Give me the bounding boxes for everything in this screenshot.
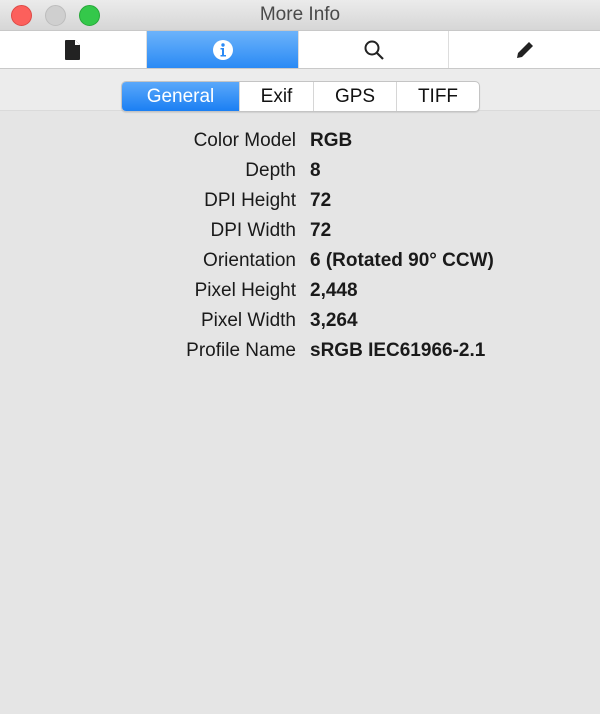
- property-label: Orientation: [203, 250, 296, 271]
- toolbar-more-info[interactable]: [147, 31, 299, 68]
- pencil-icon: [516, 41, 533, 58]
- property-row: Profile Name sRGB IEC61966-2.1: [0, 336, 600, 366]
- property-row: Orientation 6 (Rotated 90° CCW): [0, 246, 600, 276]
- tab-control: General Exif GPS TIFF: [121, 81, 480, 112]
- property-value: 72: [310, 220, 332, 241]
- title-bar: More Info: [0, 0, 600, 31]
- property-value: sRGB IEC61966-2.1: [310, 340, 486, 361]
- property-value: RGB: [310, 130, 353, 151]
- property-label: DPI Height: [204, 190, 296, 211]
- tab-exif[interactable]: Exif: [240, 82, 314, 111]
- property-label: Profile Name: [186, 340, 296, 361]
- tab-tiff[interactable]: TIFF: [397, 82, 479, 111]
- property-label: Pixel Height: [194, 280, 296, 301]
- property-value: 2,448: [310, 280, 358, 301]
- inspector-toolbar: [0, 31, 600, 69]
- toolbar-search[interactable]: [299, 31, 449, 68]
- search-icon: [364, 40, 384, 60]
- window-title: More Info: [259, 4, 341, 25]
- toolbar-annotate[interactable]: [449, 31, 600, 68]
- property-row: DPI Width 72: [0, 216, 600, 246]
- property-row: Depth 8: [0, 156, 600, 186]
- property-value: 8: [310, 160, 321, 181]
- property-value: 3,264: [310, 310, 358, 331]
- toolbar-general-info[interactable]: [0, 31, 147, 68]
- property-value: 6 (Rotated 90° CCW): [310, 250, 494, 271]
- info-icon: [212, 39, 233, 60]
- document-icon: [65, 39, 80, 60]
- property-label: Color Model: [193, 130, 296, 151]
- property-row: Pixel Height 2,448: [0, 276, 600, 306]
- property-row: DPI Height 72: [0, 186, 600, 216]
- property-label: Pixel Width: [200, 310, 296, 331]
- property-row: Pixel Width 3,264: [0, 306, 600, 336]
- tab-general[interactable]: General: [122, 82, 240, 111]
- property-value: 72: [310, 190, 332, 211]
- property-label: Depth: [245, 160, 296, 181]
- properties-list: Color Model RGB Depth 8 DPI Height 72 DPI W…: [0, 126, 600, 366]
- property-row: Color Model RGB: [0, 126, 600, 156]
- tab-gps[interactable]: GPS: [314, 82, 397, 111]
- property-label: DPI Width: [210, 220, 296, 241]
